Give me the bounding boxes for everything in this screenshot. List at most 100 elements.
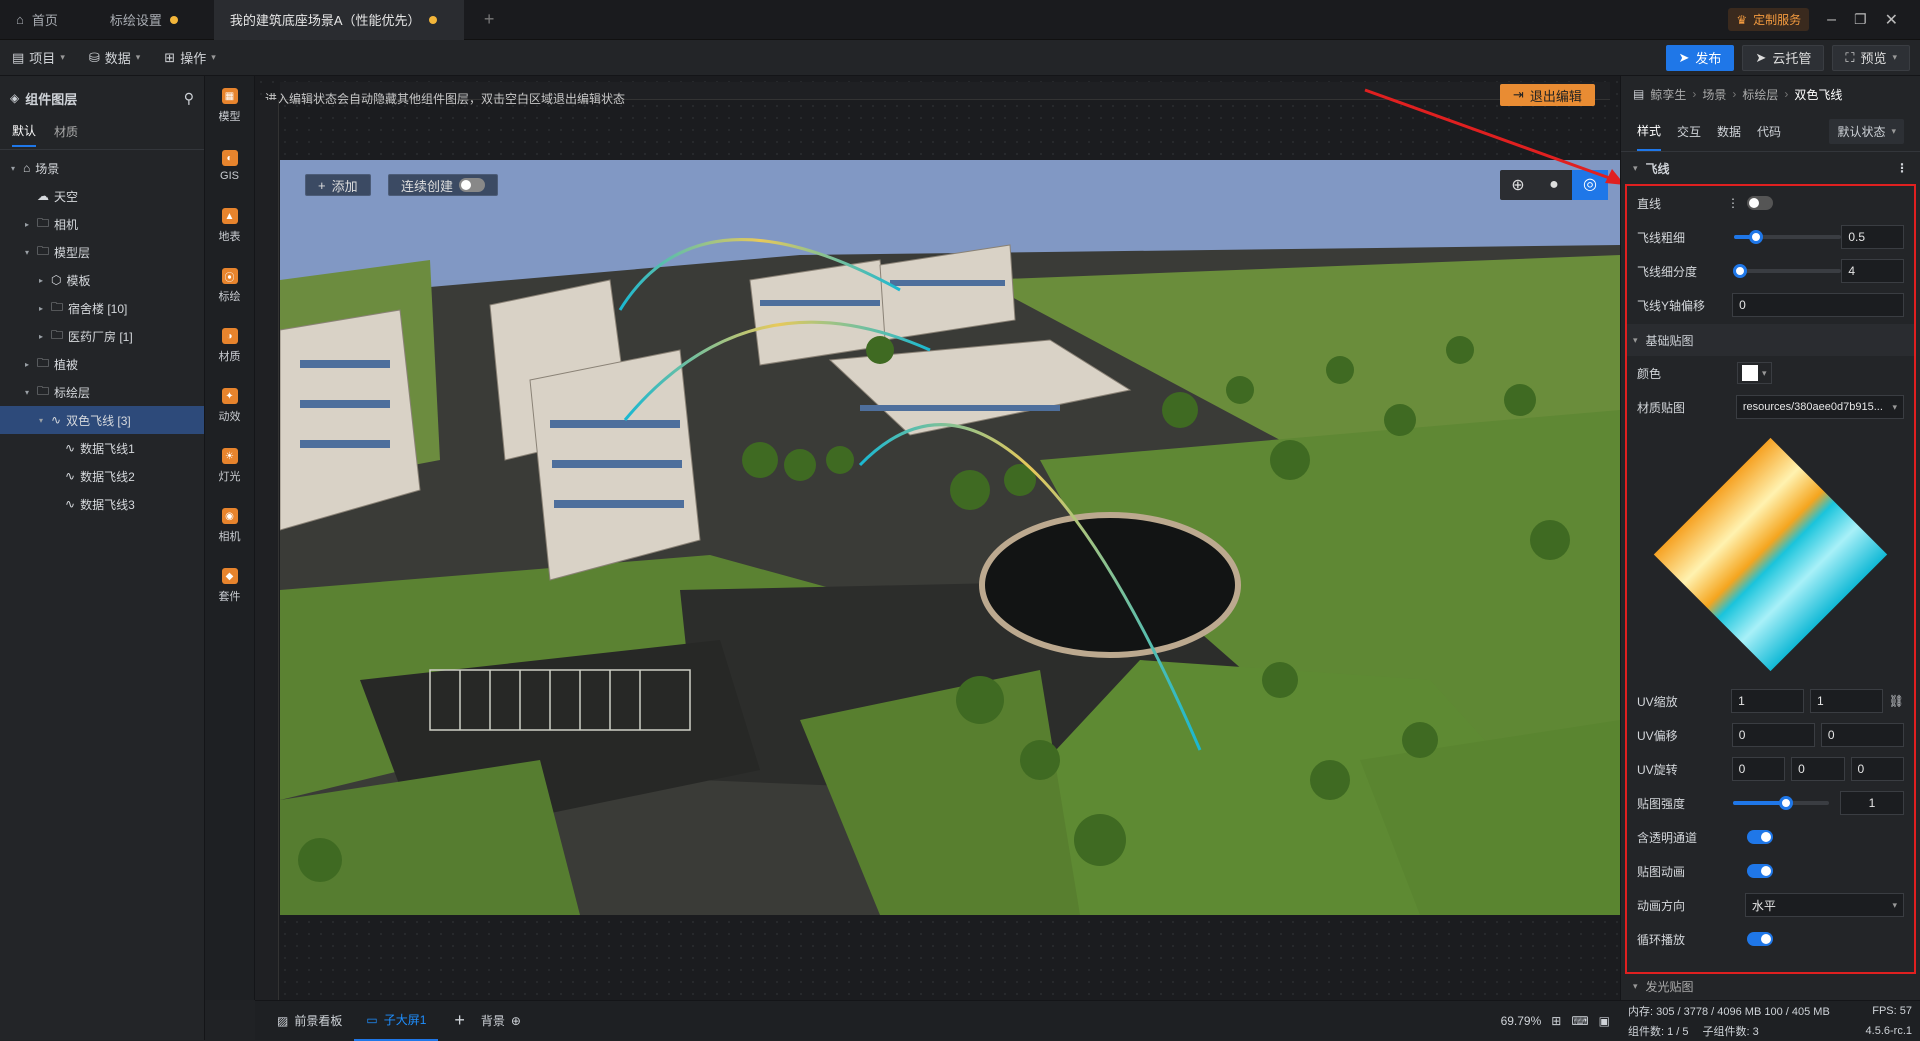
tool-2[interactable]: ▲ 地表 (205, 196, 254, 256)
tab-foreground-board[interactable]: ▨ 前景看板 (265, 1001, 354, 1041)
tree-item[interactable]: ▸ 🗀 相机 (0, 210, 204, 238)
terminal-icon[interactable]: ▣ (1599, 1014, 1610, 1028)
tree-item[interactable]: ▸ 🗀 宿舍楼 [10] (0, 294, 204, 322)
caret-right-icon[interactable]: ▸ (22, 220, 32, 229)
y-offset-input[interactable]: 0 (1732, 293, 1904, 317)
tree-item[interactable]: ▸ 🗀 医药厂房 [1] (0, 322, 204, 350)
state-select[interactable]: 默认状态 ▾ (1829, 119, 1904, 144)
section-flyline[interactable]: ▾ 飞线 ⋮ (1621, 152, 1920, 184)
continuous-create-toggle[interactable] (459, 178, 486, 192)
uv-rotate-x-input[interactable]: 0 (1731, 757, 1786, 781)
layers-tab-default[interactable]: 默认 (12, 122, 37, 147)
uv-offset-y-input[interactable]: 0 (1820, 723, 1904, 747)
tree-item[interactable]: ☁ 天空 (0, 182, 204, 210)
tree-item[interactable]: ▸ ⬡ 模板 (0, 266, 204, 294)
tree-item[interactable]: ▾ ∿ 双色飞线 [3] (0, 406, 204, 434)
menu-project[interactable]: ▤ 项目 ▾ (0, 40, 77, 76)
restore-icon[interactable]: ❐ (1854, 11, 1867, 28)
loop-toggle[interactable] (1747, 932, 1773, 946)
anim-toggle[interactable] (1747, 864, 1773, 878)
uv-scale-x-input[interactable]: 1 (1731, 689, 1804, 713)
tree-item[interactable]: ∿ 数据飞线1 (0, 434, 204, 462)
section-basic-texture[interactable]: ▾ 基础贴图 (1627, 324, 1914, 356)
zoom-level[interactable]: 69.79% (1501, 1014, 1542, 1028)
tree-item[interactable]: ▸ 🗀 植被 (0, 350, 204, 378)
tool-1[interactable]: ◐ GIS (205, 136, 254, 196)
keyboard-icon[interactable]: ⌨ (1571, 1014, 1588, 1028)
tab-sub-screen[interactable]: ▭ 子大屏1 (354, 1001, 439, 1041)
add-screen-icon[interactable]: + (454, 1010, 465, 1031)
subdiv-input[interactable]: 4 (1841, 259, 1904, 283)
tab-home[interactable]: ⌂ 首页 (0, 0, 74, 40)
add-flyline-button[interactable]: + 添加 (305, 174, 371, 196)
strength-slider[interactable] (1733, 796, 1829, 810)
caret-right-icon[interactable]: ▸ (36, 276, 46, 285)
cloud-host-button[interactable]: ➤ 云托管 (1742, 44, 1825, 71)
tool-5[interactable]: ✦ 动效 (205, 376, 254, 436)
preview-button[interactable]: ⛶ 预览 ▾ (1832, 44, 1910, 71)
tool-7[interactable]: ◉ 相机 (205, 496, 254, 556)
uv-rotate-z-input[interactable]: 0 (1850, 757, 1904, 781)
tab-style[interactable]: 样式 (1637, 112, 1662, 151)
cloud-host-label: 云托管 (1772, 51, 1812, 66)
search-icon[interactable]: ⚲ (184, 90, 194, 107)
menu-data[interactable]: ⛁ 数据 ▾ (77, 40, 152, 76)
tree-item[interactable]: ∿ 数据飞线3 (0, 490, 204, 518)
breadcrumb-item[interactable]: 鲸孪生 (1650, 86, 1686, 103)
section-glow-texture[interactable]: ▾ 发光贴图 (1621, 974, 1920, 998)
tool-6[interactable]: ☀ 灯光 (205, 436, 254, 496)
fit-screen-icon[interactable]: ⊞ (1551, 1014, 1561, 1028)
tool-0[interactable]: ▦ 模型 (205, 76, 254, 136)
caret-right-icon[interactable]: ▸ (36, 304, 46, 313)
tree-item[interactable]: ▾ ⌂ 场景 (0, 154, 204, 182)
add-tab-icon[interactable]: + (484, 9, 495, 30)
publish-button[interactable]: ➤ 发布 (1665, 44, 1735, 71)
tree-item[interactable]: ▾ 🗀 模型层 (0, 238, 204, 266)
tool-3[interactable]: ⦿ 标绘 (205, 256, 254, 316)
breadcrumb-item[interactable]: 场景 (1702, 86, 1726, 103)
tool-8[interactable]: ◆ 套件 (205, 556, 254, 616)
subdiv-slider[interactable] (1732, 264, 1842, 278)
straight-toggle[interactable] (1747, 196, 1773, 210)
menu-ops[interactable]: ⊞ 操作 ▾ (152, 40, 227, 76)
3d-viewport[interactable]: + 添加 连续创建 ⊕ ● ◎ (280, 160, 1620, 915)
tab-code[interactable]: 代码 (1757, 123, 1781, 140)
more-icon[interactable]: ⋮ (1896, 161, 1908, 175)
direction-select[interactable]: 水平 ▾ (1744, 893, 1904, 917)
database-icon: ⛁ (88, 49, 100, 65)
caret-down-icon[interactable]: ▾ (22, 388, 32, 397)
add-circle-icon[interactable]: ⊕ (511, 1014, 521, 1028)
tab-data[interactable]: 数据 (1717, 123, 1741, 140)
caret-down-icon[interactable]: ▾ (36, 416, 46, 425)
color-picker[interactable]: ▾ (1737, 362, 1772, 384)
breadcrumb-item[interactable]: 双色飞线 (1794, 86, 1842, 103)
minimize-icon[interactable]: – (1827, 11, 1836, 29)
material-select[interactable]: resources/380aee0d7b915... ▾ (1735, 395, 1904, 419)
tree-item[interactable]: ▾ 🗀 标绘层 (0, 378, 204, 406)
custom-service-button[interactable]: ♛ 定制服务 (1728, 8, 1810, 31)
alpha-toggle[interactable] (1747, 830, 1773, 844)
thickness-slider[interactable] (1734, 230, 1842, 244)
uv-offset-x-input[interactable]: 0 (1731, 723, 1815, 747)
tab-plot-settings[interactable]: 标绘设置 (94, 0, 194, 40)
close-icon[interactable]: ✕ (1885, 10, 1898, 30)
layers-tab-material[interactable]: 材质 (54, 123, 78, 146)
uv-rotate-y-input[interactable]: 0 (1791, 757, 1845, 781)
tab-sub-screen-label: 子大屏1 (383, 1013, 427, 1027)
more-icon[interactable]: ⋮ (1727, 196, 1739, 210)
tool-4[interactable]: ◑ 材质 (205, 316, 254, 376)
tab-background[interactable]: 背景 (481, 1012, 505, 1029)
breadcrumb-item[interactable]: 标绘层 (1742, 86, 1778, 103)
caret-down-icon[interactable]: ▾ (22, 248, 32, 257)
strength-input[interactable]: 1 (1840, 791, 1904, 815)
tab-scene[interactable]: 我的建筑底座场景A（性能优先） (213, 0, 464, 40)
caret-right-icon[interactable]: ▸ (36, 332, 46, 341)
tab-interaction[interactable]: 交互 (1677, 123, 1701, 140)
caret-down-icon[interactable]: ▾ (8, 164, 18, 173)
tree-item[interactable]: ∿ 数据飞线2 (0, 462, 204, 490)
thickness-input[interactable]: 0.5 (1841, 225, 1904, 249)
link-icon[interactable]: ⛓ (1889, 694, 1904, 708)
caret-right-icon[interactable]: ▸ (22, 360, 32, 369)
uv-scale-y-input[interactable]: 1 (1809, 689, 1883, 713)
continuous-create-control[interactable]: 连续创建 (388, 174, 499, 196)
